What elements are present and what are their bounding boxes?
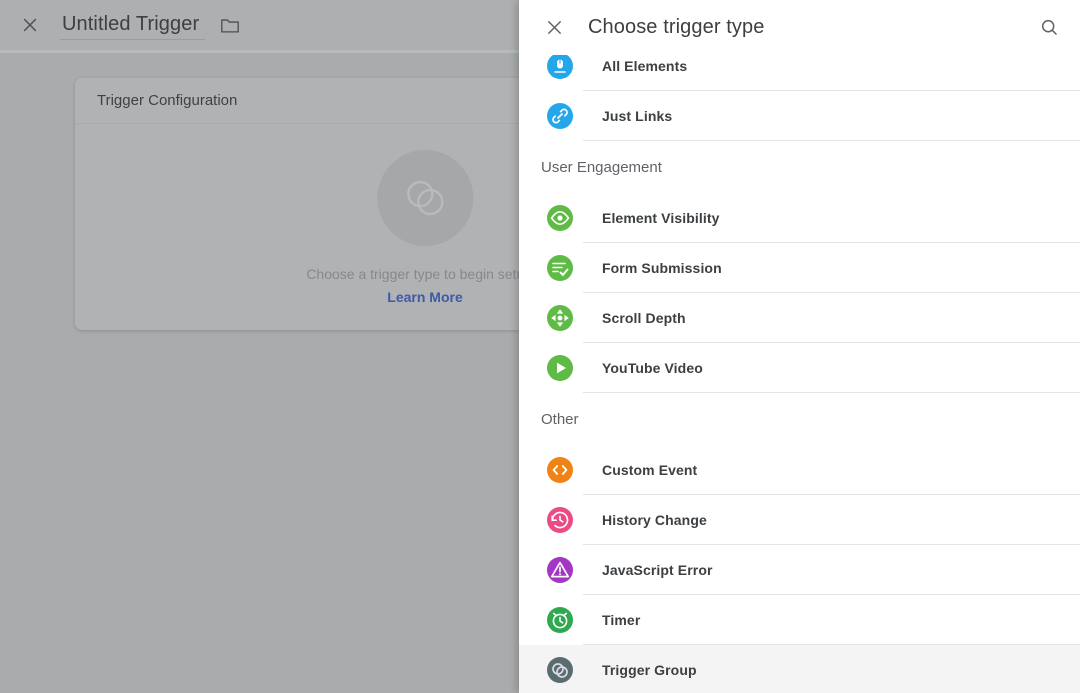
eye-icon bbox=[547, 205, 573, 231]
scroll-arrows-icon bbox=[547, 305, 573, 331]
trigger-group-icon bbox=[547, 657, 573, 683]
choose-trigger-type-dialog: Choose trigger type All Elements Just Lin… bbox=[519, 0, 1080, 693]
mouse-click-icon bbox=[547, 55, 573, 79]
empty-state-hint: Choose a trigger type to begin setup... bbox=[306, 266, 544, 282]
play-icon bbox=[547, 355, 573, 381]
code-brackets-icon bbox=[547, 457, 573, 483]
section-heading-other: Other bbox=[541, 410, 579, 428]
warning-triangle-icon bbox=[547, 557, 573, 583]
trigger-type-label: All Elements bbox=[602, 58, 688, 74]
trigger-type-option[interactable]: Just Links bbox=[519, 91, 1080, 141]
search-icon[interactable] bbox=[1032, 11, 1066, 45]
trigger-type-option[interactable]: YouTube Video bbox=[519, 343, 1080, 393]
learn-more-link[interactable]: Learn More bbox=[387, 289, 462, 305]
trigger-type-label: Trigger Group bbox=[602, 662, 697, 678]
trigger-type-option[interactable]: Form Submission bbox=[519, 243, 1080, 293]
dialog-header: Choose trigger type bbox=[519, 0, 1080, 55]
trigger-type-list[interactable]: All Elements Just Links User Engagement Ele… bbox=[519, 55, 1080, 693]
trigger-type-label: Form Submission bbox=[602, 260, 722, 276]
trigger-type-option[interactable]: History Change bbox=[519, 495, 1080, 545]
row-divider bbox=[583, 140, 1080, 141]
close-icon[interactable] bbox=[537, 11, 571, 45]
trigger-type-list-inner: All Elements Just Links User Engagement Ele… bbox=[519, 55, 1080, 693]
form-check-icon bbox=[547, 255, 573, 281]
folder-icon[interactable] bbox=[219, 14, 241, 36]
trigger-type-option[interactable]: JavaScript Error bbox=[519, 545, 1080, 595]
trigger-type-label: Just Links bbox=[602, 108, 673, 124]
close-icon[interactable] bbox=[12, 7, 48, 43]
row-divider bbox=[583, 392, 1080, 393]
trigger-type-label: Custom Event bbox=[602, 462, 698, 478]
trigger-type-option[interactable]: Scroll Depth bbox=[519, 293, 1080, 343]
trigger-type-label: JavaScript Error bbox=[602, 562, 713, 578]
trigger-type-label: Element Visibility bbox=[602, 210, 720, 226]
trigger-type-label: YouTube Video bbox=[602, 360, 703, 376]
trigger-type-option[interactable]: Trigger Group bbox=[519, 645, 1080, 693]
link-icon bbox=[547, 103, 573, 129]
alarm-clock-icon bbox=[547, 607, 573, 633]
dialog-title: Choose trigger type bbox=[588, 16, 765, 38]
trigger-type-option[interactable]: Element Visibility bbox=[519, 193, 1080, 243]
trigger-group-placeholder-icon bbox=[377, 150, 473, 246]
trigger-type-label: Timer bbox=[602, 612, 641, 628]
trigger-name-field[interactable]: Untitled Trigger bbox=[60, 11, 206, 40]
empty-state: Choose a trigger type to begin setup... … bbox=[306, 150, 544, 305]
trigger-type-label: Scroll Depth bbox=[602, 310, 686, 326]
history-clock-icon bbox=[547, 507, 573, 533]
trigger-type-option[interactable]: All Elements bbox=[519, 55, 1080, 91]
trigger-type-option[interactable]: Timer bbox=[519, 595, 1080, 645]
trigger-type-option[interactable]: Custom Event bbox=[519, 445, 1080, 495]
trigger-type-label: History Change bbox=[602, 512, 707, 528]
app-root: Untitled Trigger Trigger Configuration C… bbox=[0, 0, 1080, 693]
section-heading-user-engagement: User Engagement bbox=[541, 158, 662, 176]
